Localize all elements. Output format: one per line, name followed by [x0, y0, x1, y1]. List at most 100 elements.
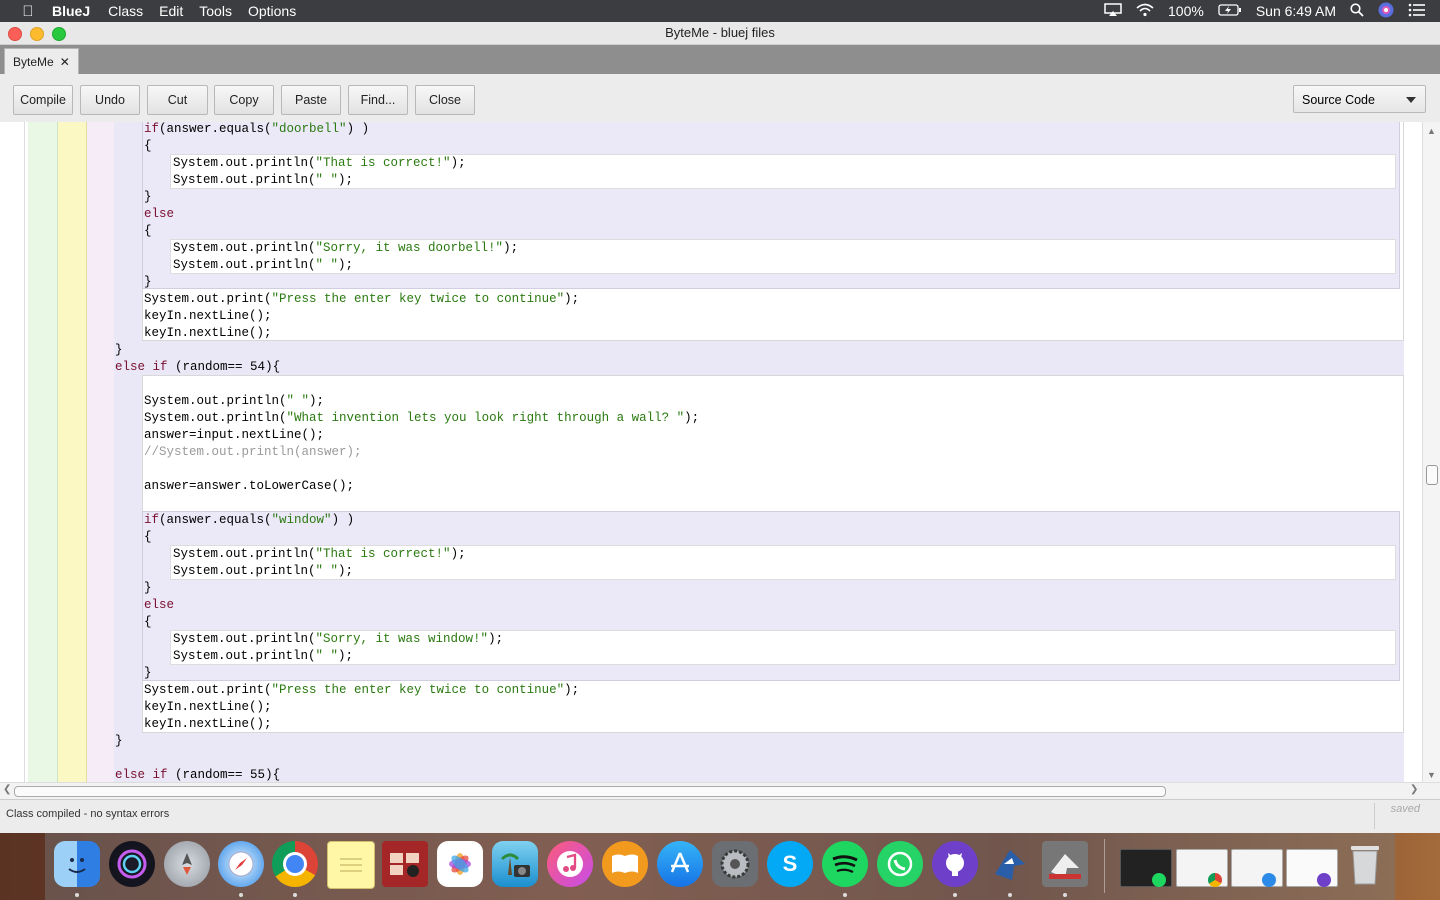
github-desktop-icon[interactable]: [932, 841, 978, 887]
code-line[interactable]: {: [144, 529, 152, 546]
scroll-down-icon[interactable]: ▼: [1427, 770, 1436, 780]
code-line[interactable]: if(answer.equals("window") ): [144, 512, 354, 529]
horizontal-scrollbar[interactable]: ❮ ❯: [0, 782, 1440, 799]
spotlight-search-icon[interactable]: [1350, 2, 1364, 20]
menu-app-bluej[interactable]: BlueJ: [52, 3, 90, 19]
launchpad-icon[interactable]: [164, 841, 210, 887]
source-code-editor[interactable]: if(answer.equals("doorbell") ){System.ou…: [0, 122, 1440, 782]
chrome-icon-center: [283, 852, 307, 876]
code-line[interactable]: {: [144, 138, 152, 155]
code-line[interactable]: }: [115, 733, 123, 750]
dock: S: [0, 833, 1440, 900]
notes-icon[interactable]: [327, 841, 375, 889]
safari-icon[interactable]: [218, 841, 264, 887]
code-line[interactable]: }: [144, 665, 152, 682]
chrome-icon[interactable]: [272, 841, 318, 887]
wifi-icon[interactable]: [1136, 3, 1154, 20]
view-mode-value: Source Code: [1302, 93, 1375, 107]
photo-booth-icon[interactable]: [382, 841, 428, 887]
code-line[interactable]: System.out.println(" ");: [144, 393, 324, 410]
bluej-running-indicator: [1008, 893, 1012, 897]
code-line[interactable]: keyIn.nextLine();: [144, 699, 272, 716]
menubar-clock[interactable]: Sun 6:49 AM: [1256, 3, 1336, 19]
code-line[interactable]: else: [144, 206, 174, 223]
copy-button[interactable]: Copy: [214, 85, 274, 115]
code-line[interactable]: if(answer.equals("doorbell") ): [144, 122, 369, 138]
vertical-scrollbar[interactable]: ▲ ▼: [1422, 122, 1440, 782]
siri-icon[interactable]: [1378, 2, 1394, 21]
siri-icon[interactable]: [109, 841, 155, 887]
apple-menu-icon[interactable]: : [18, 3, 38, 20]
code-line[interactable]: {: [144, 223, 152, 240]
spotify-icon[interactable]: [822, 841, 868, 887]
code-line[interactable]: else if (random== 55){: [115, 767, 280, 782]
scroll-left-icon[interactable]: ❮: [3, 784, 11, 795]
undo-button[interactable]: Undo: [80, 85, 140, 115]
ibooks-icon[interactable]: [602, 841, 648, 887]
code-line[interactable]: System.out.println(" ");: [173, 648, 353, 665]
find-button[interactable]: Find...: [348, 85, 408, 115]
code-line[interactable]: System.out.println("That is correct!");: [173, 155, 466, 172]
system-preferences-icon[interactable]: [712, 841, 758, 887]
greenfoot-icon[interactable]: [1042, 841, 1088, 887]
code-line[interactable]: else: [144, 597, 174, 614]
code-line[interactable]: {: [144, 614, 152, 631]
code-line[interactable]: keyIn.nextLine();: [144, 308, 272, 325]
battery-percent: 100%: [1168, 3, 1204, 19]
tab-label: ByteMe: [13, 55, 54, 69]
horizontal-scroll-thumb[interactable]: [14, 786, 1166, 797]
code-line[interactable]: }: [144, 274, 152, 291]
finder-icon[interactable]: [54, 841, 100, 887]
code-line[interactable]: System.out.println("That is correct!");: [173, 546, 466, 563]
vertical-scroll-thumb[interactable]: [1426, 465, 1438, 485]
code-line[interactable]: System.out.print("Press the enter key tw…: [144, 682, 579, 699]
notification-center-icon[interactable]: [1408, 3, 1426, 20]
bluej-icon[interactable]: [987, 841, 1033, 887]
code-line[interactable]: }: [144, 580, 152, 597]
view-mode-select[interactable]: Source Code: [1293, 85, 1426, 113]
close-window-button[interactable]: [8, 27, 22, 41]
scroll-right-icon[interactable]: ❯: [1410, 784, 1418, 795]
code-line[interactable]: answer=answer.toLowerCase();: [144, 478, 354, 495]
menu-options[interactable]: Options: [248, 3, 296, 19]
code-line[interactable]: else if (random== 54){: [115, 359, 280, 376]
code-line[interactable]: keyIn.nextLine();: [144, 716, 272, 733]
code-line[interactable]: keyIn.nextLine();: [144, 325, 272, 342]
whatsapp-icon[interactable]: [877, 841, 923, 887]
code-line[interactable]: }: [115, 342, 123, 359]
menu-bar:  BlueJ Class Edit Tools Options 100% Su…: [0, 0, 1440, 22]
tab-byteme[interactable]: ByteMe ✕: [4, 48, 79, 75]
code-line[interactable]: System.out.print("Press the enter key tw…: [144, 291, 579, 308]
greenfoot-running-indicator: [1063, 893, 1067, 897]
cut-button[interactable]: Cut: [147, 85, 208, 115]
minimize-window-button[interactable]: [30, 27, 44, 41]
code-line[interactable]: System.out.println("What invention lets …: [144, 410, 699, 427]
code-line[interactable]: }: [144, 189, 152, 206]
app-store-icon[interactable]: [657, 841, 703, 887]
code-line[interactable]: System.out.println("Sorry, it was window…: [173, 631, 503, 648]
skype-icon[interactable]: S: [767, 841, 813, 887]
airplay-icon[interactable]: [1104, 2, 1122, 20]
compile-button[interactable]: Compile: [13, 85, 73, 115]
paste-button[interactable]: Paste: [281, 85, 341, 115]
battery-icon[interactable]: [1218, 3, 1242, 19]
itunes-icon[interactable]: [547, 841, 593, 887]
code-line[interactable]: System.out.println(" ");: [173, 172, 353, 189]
chrome-badge-icon: [1208, 873, 1222, 887]
scope-method-stripe: [58, 122, 87, 782]
scroll-up-icon[interactable]: ▲: [1427, 126, 1436, 136]
code-line[interactable]: System.out.println("Sorry, it was doorbe…: [173, 240, 518, 257]
tab-close-icon[interactable]: ✕: [60, 49, 70, 75]
menu-edit[interactable]: Edit: [159, 3, 183, 19]
menu-class[interactable]: Class: [108, 3, 143, 19]
menu-tools[interactable]: Tools: [199, 3, 232, 19]
zoom-window-button[interactable]: [52, 27, 66, 41]
close-button[interactable]: Close: [415, 85, 475, 115]
code-line[interactable]: System.out.println(" ");: [173, 257, 353, 274]
code-line[interactable]: answer=input.nextLine();: [144, 427, 324, 444]
trash-icon[interactable]: [1342, 841, 1388, 887]
code-line[interactable]: System.out.println(" ");: [173, 563, 353, 580]
code-line[interactable]: //System.out.println(answer);: [144, 444, 362, 461]
photos-icon[interactable]: [437, 841, 483, 887]
iphoto-icon[interactable]: [492, 841, 538, 887]
